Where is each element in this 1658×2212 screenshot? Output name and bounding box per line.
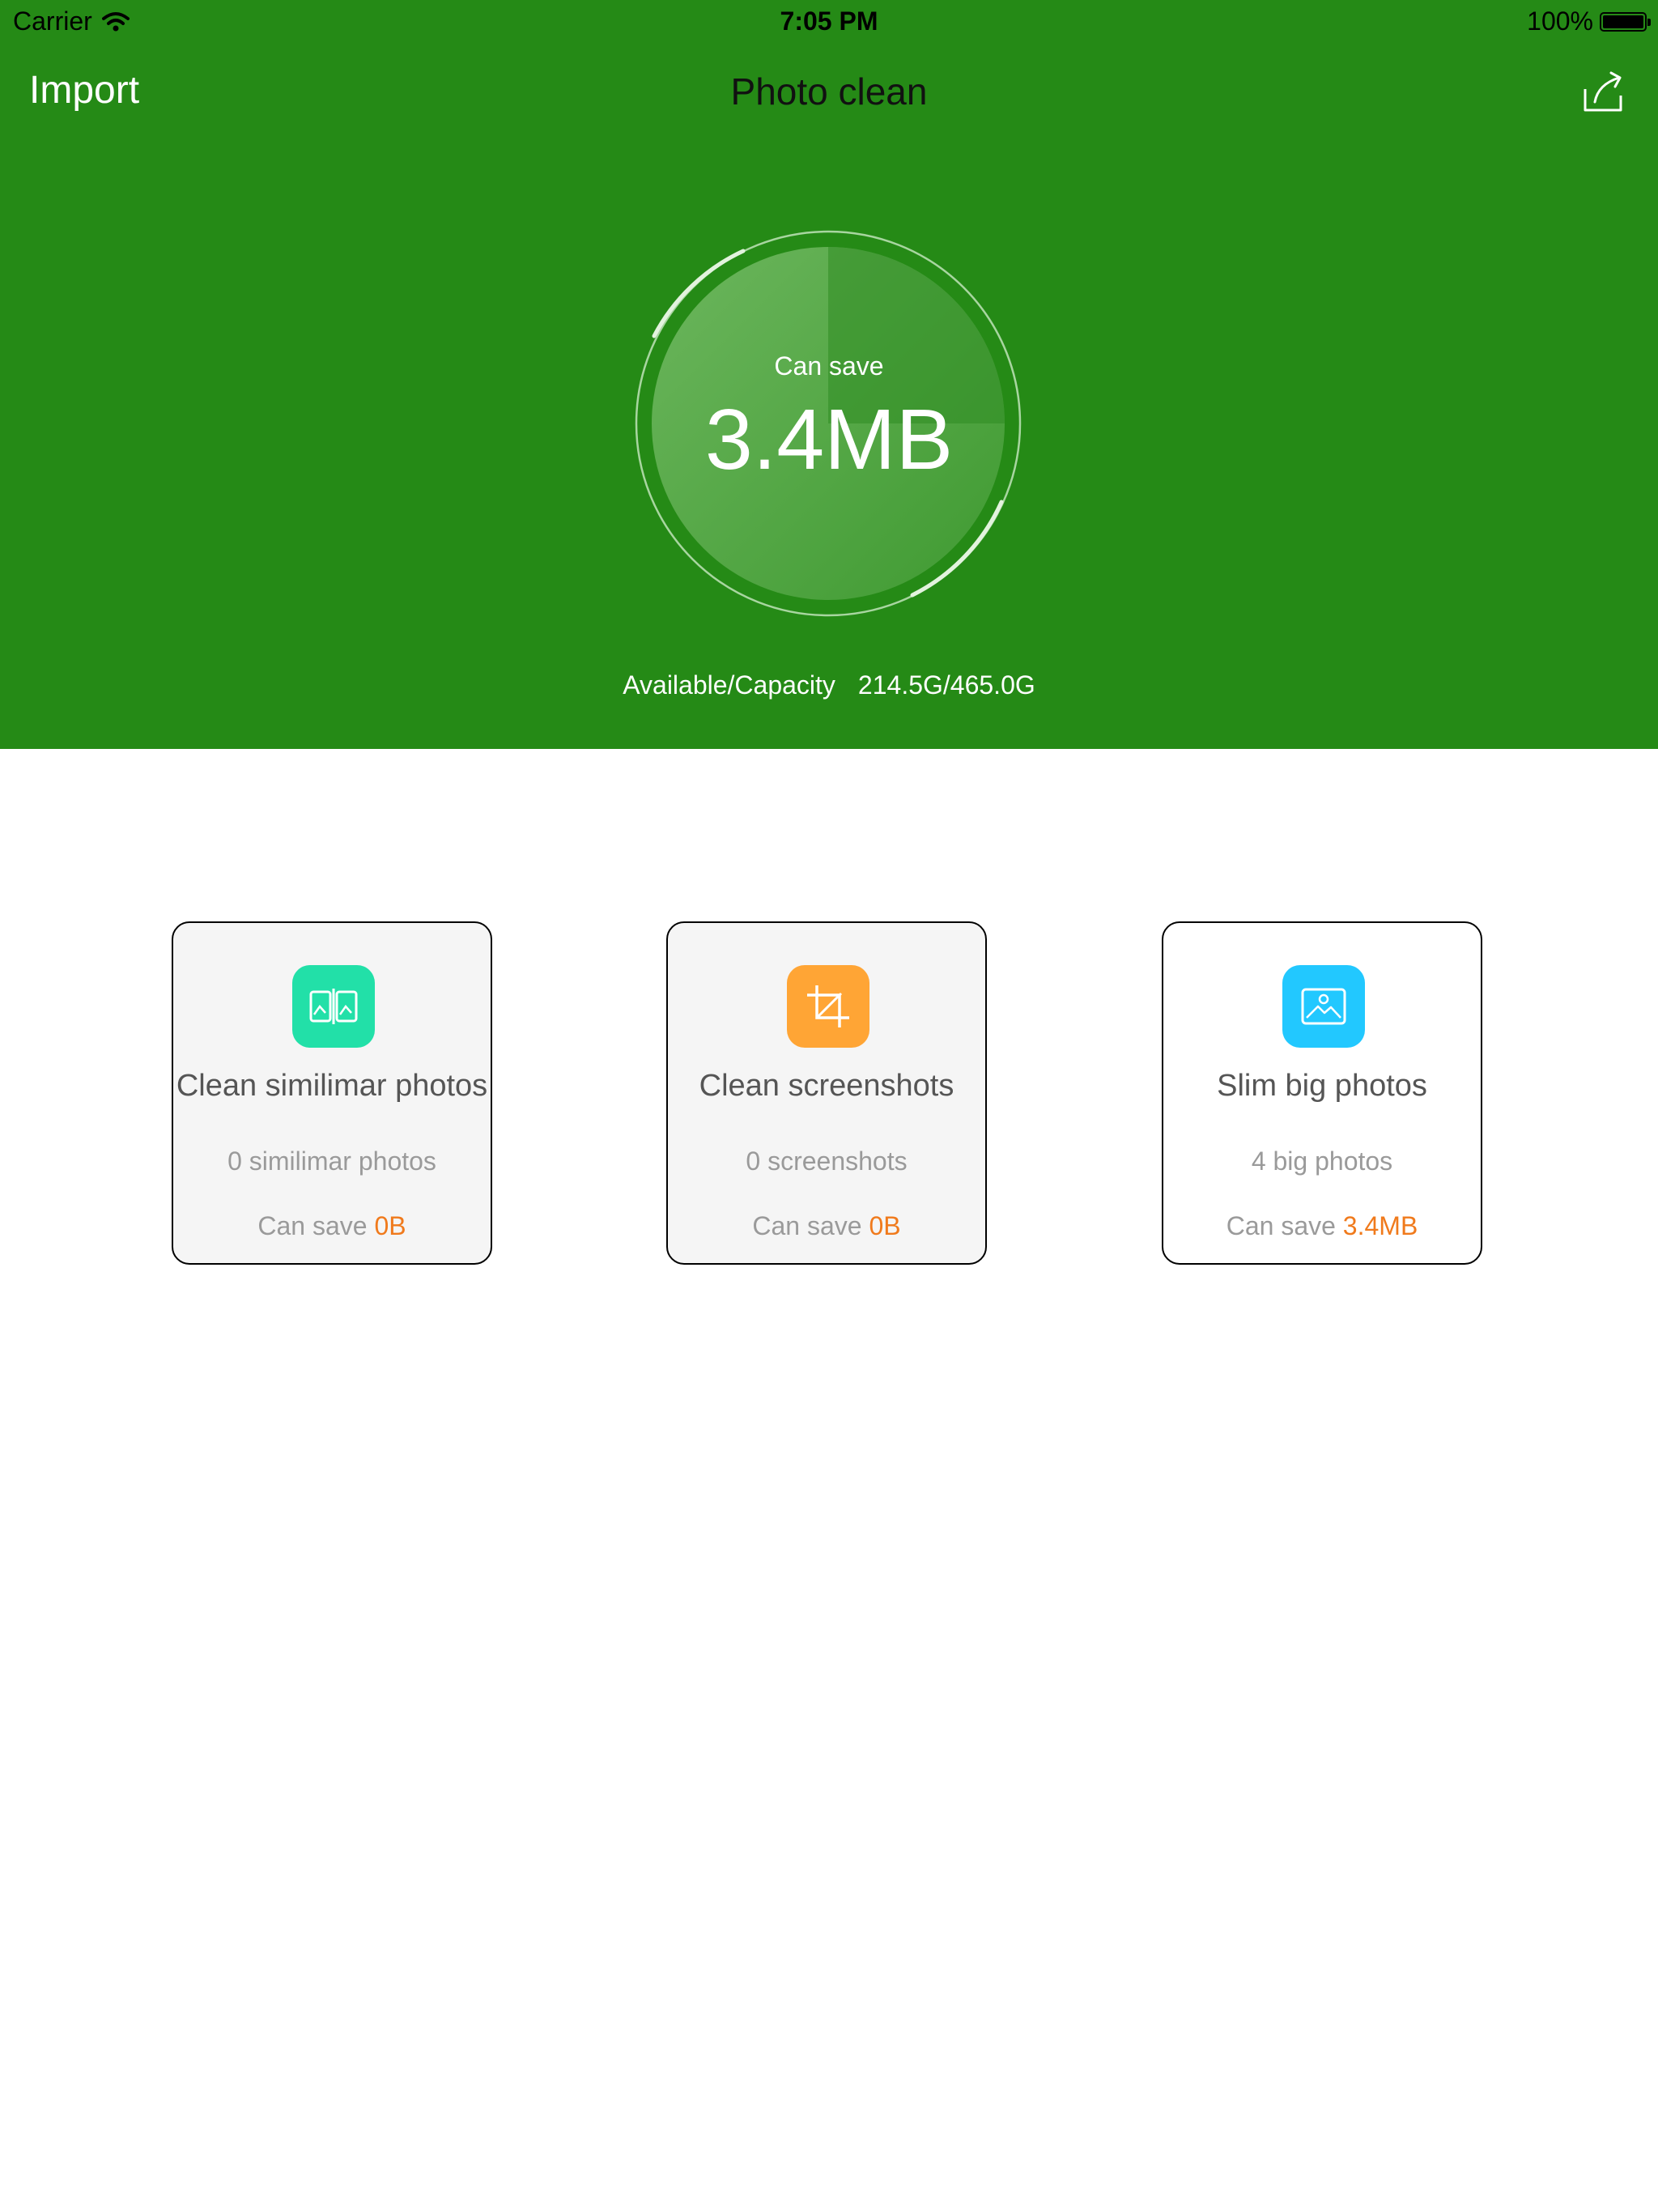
save-amount: 0B bbox=[374, 1211, 406, 1240]
card-save: Can save 0B bbox=[668, 1211, 985, 1241]
battery-status: 100% bbox=[1527, 6, 1651, 36]
battery-percent: 100% bbox=[1527, 6, 1593, 36]
share-icon[interactable] bbox=[1579, 68, 1627, 117]
can-save-label: Can save bbox=[774, 351, 884, 381]
card-save: Can save 0B bbox=[173, 1211, 491, 1241]
similar-photos-icon bbox=[292, 965, 375, 1048]
slim-big-photos-card[interactable]: Slim big photos 4 big photos Can save 3.… bbox=[1162, 921, 1482, 1265]
header-panel: Carrier 7:05 PM 100% Import Photo clean bbox=[0, 0, 1658, 749]
status-bar: Carrier 7:05 PM 100% bbox=[0, 0, 1658, 45]
card-title: Slim big photos bbox=[1217, 1069, 1427, 1103]
capacity-info: Available/Capacity 214.5G/465.0G bbox=[0, 670, 1658, 700]
save-label: Can save bbox=[257, 1211, 368, 1240]
card-save: Can save 3.4MB bbox=[1163, 1211, 1481, 1241]
can-save-value: 3.4MB bbox=[704, 392, 954, 487]
capacity-label: Available/Capacity bbox=[623, 670, 835, 700]
page-title: Photo clean bbox=[730, 70, 928, 113]
clean-similar-photos-card[interactable]: Clean similimar photos 0 similimar photo… bbox=[172, 921, 492, 1265]
save-amount: 0B bbox=[869, 1211, 901, 1240]
card-title: Clean similimar photos bbox=[176, 1069, 488, 1103]
status-time: 7:05 PM bbox=[780, 6, 878, 36]
clean-screenshots-card[interactable]: Clean screenshots 0 screenshots Can save… bbox=[666, 921, 987, 1265]
save-amount: 3.4MB bbox=[1342, 1211, 1418, 1240]
crop-icon bbox=[787, 965, 869, 1048]
card-count: 4 big photos bbox=[1251, 1146, 1393, 1176]
card-count: 0 similimar photos bbox=[227, 1146, 436, 1176]
card-count: 0 screenshots bbox=[746, 1146, 908, 1176]
image-icon bbox=[1282, 965, 1365, 1048]
capacity-value: 214.5G/465.0G bbox=[857, 670, 1035, 700]
save-label: Can save bbox=[752, 1211, 862, 1240]
card-title: Clean screenshots bbox=[699, 1069, 954, 1103]
battery-icon bbox=[1600, 11, 1651, 32]
save-label: Can save bbox=[1226, 1211, 1336, 1240]
